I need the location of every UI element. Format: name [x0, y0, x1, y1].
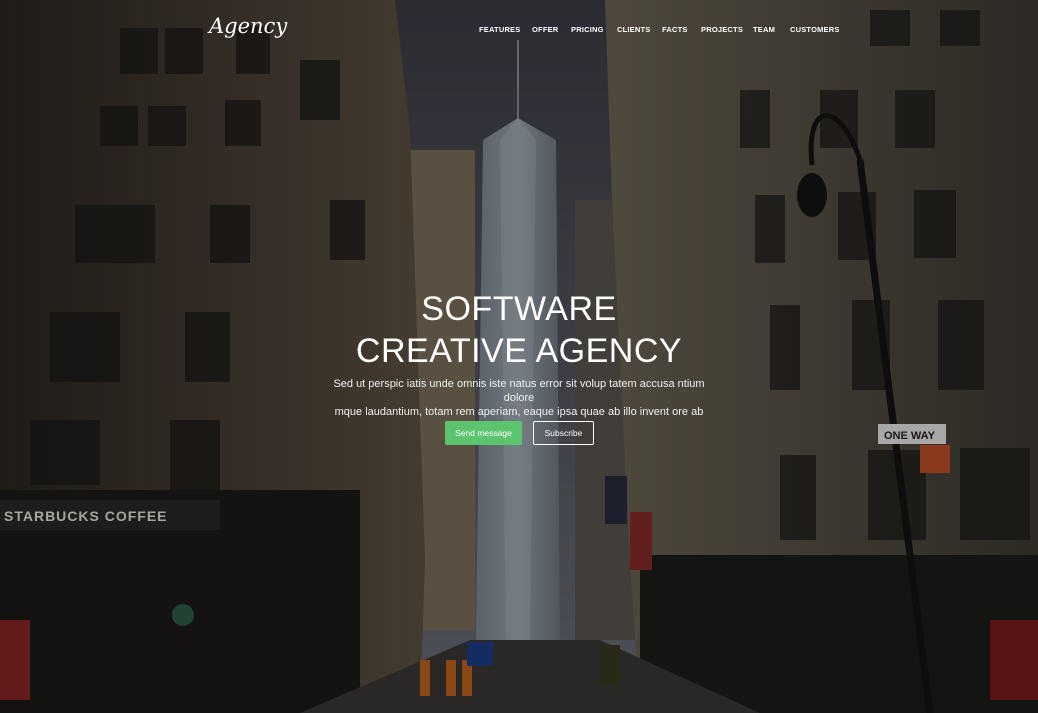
- nav-item-projects[interactable]: PROJECTS: [701, 25, 743, 34]
- nav-item-clients[interactable]: CLIENTS: [617, 25, 650, 34]
- hero-lead-text: Sed ut perspic iatis unde omnis iste nat…: [319, 377, 719, 419]
- nav-item-offer[interactable]: OFFER: [532, 25, 558, 34]
- send-message-button[interactable]: Send message: [445, 421, 522, 445]
- nav-item-team[interactable]: TEAM: [753, 25, 775, 34]
- nav-item-pricing[interactable]: PRICING: [571, 25, 604, 34]
- hero-lead-line-1: Sed ut perspic iatis unde omnis iste nat…: [333, 378, 705, 404]
- nav-item-customers[interactable]: CUSTOMERS: [790, 25, 840, 34]
- subscribe-button[interactable]: Subscribe: [533, 421, 594, 445]
- hero-title-line-2: CREATIVE AGENCY: [355, 332, 683, 370]
- nav-item-features[interactable]: FEATURES: [479, 25, 520, 34]
- nav-item-facts[interactable]: FACTS: [662, 25, 688, 34]
- hero-title-line-1: SOFTWARE: [421, 290, 617, 328]
- hero-lead-line-2: mque laudantium, totam rem aperiam, eaqu…: [334, 406, 704, 418]
- brand-logo[interactable]: Agency: [209, 14, 287, 38]
